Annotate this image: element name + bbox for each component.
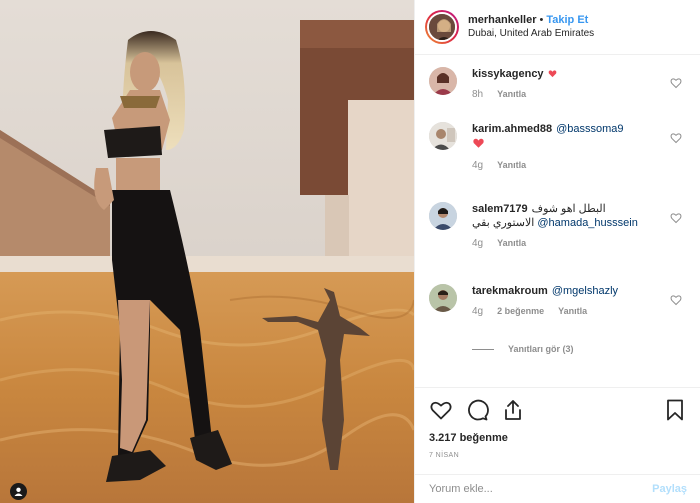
tagged-user-icon[interactable] xyxy=(10,483,27,500)
author-username[interactable]: merhankeller xyxy=(468,14,536,26)
like-comment-heart-icon[interactable] xyxy=(670,132,682,144)
comment-username[interactable]: kissykagency xyxy=(472,68,544,80)
comment-input[interactable] xyxy=(429,483,653,495)
comment-item: karim.ahmed88 @basssoma9 4g Yanıtla xyxy=(415,120,700,200)
post-photo[interactable] xyxy=(0,0,414,503)
mention-link[interactable]: @basssoma9 xyxy=(556,123,623,135)
comment-time: 4g xyxy=(472,160,484,171)
likes-count[interactable]: 3.217 beğenme xyxy=(429,432,687,444)
comment-icon[interactable] xyxy=(465,398,489,422)
red-heart-icon xyxy=(473,138,484,148)
comment-time: 4g xyxy=(472,306,484,317)
view-replies-button[interactable]: Yanıtları gör (3) xyxy=(415,344,700,354)
mention-link[interactable]: @mgelshazly xyxy=(552,285,618,297)
comment-text-continued: الاستوري بقي xyxy=(472,217,535,229)
like-comment-heart-icon[interactable] xyxy=(670,212,682,224)
post-actions: 3.217 beğenme 7 NİSAN xyxy=(415,387,700,459)
view-replies-label: Yanıtları gör (3) xyxy=(508,344,574,354)
desert-scene-image xyxy=(0,0,414,503)
comment-username[interactable]: tarekmakroum xyxy=(472,285,548,297)
post-location[interactable]: Dubai, United Arab Emirates xyxy=(468,27,594,41)
reply-button[interactable]: Yanıtla xyxy=(558,306,587,317)
comment-item: tarekmakroum @mgelshazly 4g 2 beğenme Yan… xyxy=(415,282,700,340)
comments-list: kissykagency 8h Yanıtla karim.ahmed88 @ba… xyxy=(415,55,700,385)
comment-item: kissykagency 8h Yanıtla xyxy=(415,65,700,120)
commenter-avatar[interactable] xyxy=(429,284,457,312)
comment-username[interactable]: salem7179 xyxy=(472,203,528,215)
reply-button[interactable]: Yanıtla xyxy=(497,238,526,249)
reply-button[interactable]: Yanıtla xyxy=(497,160,526,171)
post-date: 7 NİSAN xyxy=(429,452,460,459)
comment-text: البطل اهو شوف xyxy=(531,203,606,215)
like-comment-heart-icon[interactable] xyxy=(670,77,682,89)
commenter-avatar[interactable] xyxy=(429,122,457,150)
commenter-avatar[interactable] xyxy=(429,67,457,95)
reply-button[interactable]: Yanıtla xyxy=(497,89,526,100)
add-comment-bar: Paylaş xyxy=(415,474,700,503)
comment-item: salem7179 البطل اهو شوف الاستوري بقي @ham… xyxy=(415,200,700,282)
comment-username[interactable]: karim.ahmed88 xyxy=(472,123,552,135)
separator-dot: • xyxy=(539,14,544,26)
heart-icon[interactable] xyxy=(429,398,453,422)
post-comment-button[interactable]: Paylaş xyxy=(652,483,687,495)
post-header: merhankeller • Takip Et Dubai, United Arab… xyxy=(415,0,700,55)
author-avatar[interactable] xyxy=(425,10,459,44)
share-icon[interactable] xyxy=(501,398,525,422)
replies-divider xyxy=(472,348,494,350)
post-side-panel: merhankeller • Takip Et Dubai, United Arab… xyxy=(414,0,700,503)
commenter-avatar[interactable] xyxy=(429,202,457,230)
mention-link[interactable]: @hamada_husssein xyxy=(537,217,637,229)
like-comment-heart-icon[interactable] xyxy=(670,294,682,306)
comment-time: 8h xyxy=(472,89,484,100)
red-heart-icon xyxy=(548,70,556,78)
comment-time: 4g xyxy=(472,238,484,249)
follow-button[interactable]: Takip Et xyxy=(546,14,588,26)
bookmark-icon[interactable] xyxy=(663,398,687,422)
comment-likes-count[interactable]: 2 beğenme xyxy=(497,306,544,317)
